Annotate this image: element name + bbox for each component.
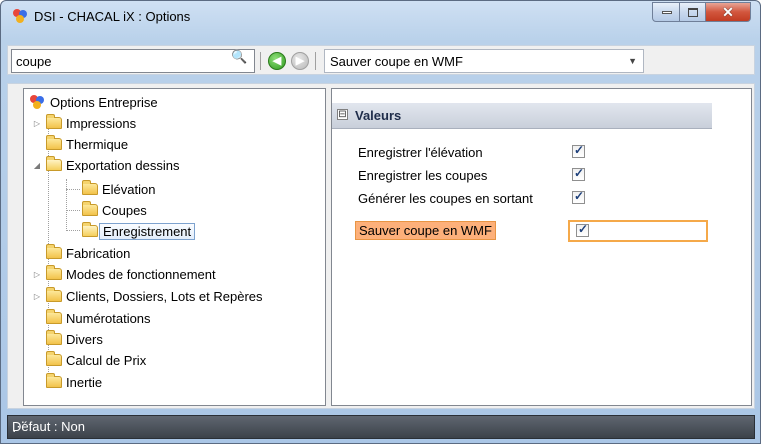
tree-item-calcul-de-prix[interactable]: Calcul de Prix <box>46 350 146 370</box>
toolbar: 🔍 ◀ ▶ Sauver coupe en WMF ▼ <box>7 45 755 75</box>
tree-item-divers[interactable]: Divers <box>46 329 103 349</box>
group-label: Valeurs <box>355 108 402 123</box>
search-input[interactable] <box>12 50 254 72</box>
tree-item-label: Inertie <box>66 374 103 390</box>
tree-root[interactable]: Options Entreprise <box>28 92 158 112</box>
tree-item-impressions[interactable]: ▷ Impressions <box>32 113 136 133</box>
property-row[interactable]: Enregistrer l'élévation <box>358 142 718 164</box>
property-row[interactable]: Générer les coupes en sortant <box>358 188 718 210</box>
tree-item-label: Enregistrement <box>99 222 196 240</box>
tree-item-label: Clients, Dossiers, Lots et Repères <box>66 288 263 304</box>
tree-item-fabrication[interactable]: Fabrication <box>46 243 130 263</box>
back-button[interactable]: ◀ <box>268 52 286 70</box>
folder-icon <box>82 201 98 216</box>
property-label: Générer les coupes en sortant <box>358 191 533 206</box>
tree-item-label: Fabrication <box>66 245 131 261</box>
tree-item-thermique[interactable]: Thermique <box>46 134 128 154</box>
property-label: Enregistrer l'élévation <box>358 145 483 160</box>
property-checkbox[interactable] <box>572 189 585 204</box>
options-window: DSI - CHACAL iX : Options ✕ 🔍 ◀ ▶ Sauver… <box>0 0 761 444</box>
folder-icon <box>46 309 62 324</box>
folder-open-icon <box>46 156 62 171</box>
tree-item-label: Elévation <box>102 181 156 197</box>
window-title: DSI - CHACAL iX : Options <box>34 9 191 24</box>
app-icon <box>30 95 44 109</box>
folder-icon <box>46 351 62 366</box>
folder-icon <box>46 135 62 150</box>
close-button[interactable]: ✕ <box>706 2 751 22</box>
folder-icon <box>46 330 62 345</box>
property-grid: ⊟ Valeurs Enregistrer l'élévation Enregi… <box>331 88 752 406</box>
minimize-button[interactable] <box>652 2 680 22</box>
options-tree[interactable]: Options Entreprise ▷ Impressions Thermiq… <box>23 88 326 406</box>
resize-grip-icon[interactable]: ⋰ <box>12 419 752 437</box>
tree-item-elevation[interactable]: Elévation <box>82 179 155 199</box>
expand-icon[interactable]: ▷ <box>32 270 42 279</box>
property-value-editor[interactable] <box>568 220 708 242</box>
tree-item-coupes[interactable]: Coupes <box>82 200 147 220</box>
tree-item-clients-dossiers[interactable]: ▷ Clients, Dossiers, Lots et Repères <box>32 286 263 306</box>
folder-icon <box>46 265 62 280</box>
folder-icon <box>46 287 62 302</box>
app-icon <box>13 9 27 23</box>
folder-icon <box>82 180 98 195</box>
expand-icon[interactable]: ▷ <box>32 119 42 128</box>
tree-root-label: Options Entreprise <box>50 94 158 110</box>
search-box[interactable] <box>11 49 255 73</box>
tree-item-label: Numérotations <box>66 310 151 326</box>
tree-item-label: Impressions <box>66 115 137 131</box>
maximize-icon <box>688 8 698 17</box>
main-area: Options Entreprise ▷ Impressions Thermiq… <box>7 83 755 409</box>
title-bar[interactable]: DSI - CHACAL iX : Options ✕ <box>1 1 760 31</box>
toolbar-separator <box>315 52 316 70</box>
expand-icon[interactable]: ▷ <box>32 292 42 301</box>
folder-icon <box>46 244 62 259</box>
group-header-valeurs[interactable]: ⊟ Valeurs <box>332 103 712 129</box>
folder-icon <box>46 114 62 129</box>
tree-item-enregistrement[interactable]: Enregistrement <box>82 221 196 241</box>
forward-arrow-icon: ▶ <box>295 55 305 67</box>
tree-item-label: Exportation dessins <box>66 157 180 173</box>
property-row[interactable]: Enregistrer les coupes <box>358 165 718 187</box>
search-results-dropdown[interactable]: Sauver coupe en WMF ▼ <box>324 49 644 73</box>
tree-item-inertie[interactable]: Inertie <box>46 372 102 392</box>
back-arrow-icon: ◀ <box>272 55 282 67</box>
tree-item-label: Thermique <box>66 136 129 152</box>
tree-item-numerotations[interactable]: Numérotations <box>46 308 151 328</box>
close-icon: ✕ <box>722 4 734 20</box>
collapse-group-icon[interactable]: ⊟ <box>337 109 348 120</box>
tree-item-label: Calcul de Prix <box>66 352 147 368</box>
binoculars-icon[interactable]: 🔍 <box>231 49 247 65</box>
selected-result: Sauver coupe en WMF <box>330 54 463 69</box>
forward-button[interactable]: ▶ <box>291 52 309 70</box>
chevron-down-icon[interactable]: ▼ <box>628 56 637 66</box>
toolbar-separator <box>260 52 261 70</box>
property-checkbox[interactable] <box>572 166 585 181</box>
property-label: Enregistrer les coupes <box>358 168 488 183</box>
property-checkbox[interactable] <box>572 143 585 158</box>
tree-item-exportation-dessins[interactable]: ◢ Exportation dessins <box>32 155 179 175</box>
tree-item-modes-de-fonctionnement[interactable]: ▷ Modes de fonctionnement <box>32 264 216 284</box>
folder-open-icon <box>82 222 98 237</box>
tree-item-label: Coupes <box>102 202 147 218</box>
maximize-button[interactable] <box>680 2 706 22</box>
property-row-selected[interactable]: Sauver coupe en WMF <box>355 220 718 242</box>
property-label: Sauver coupe en WMF <box>355 221 496 240</box>
property-checkbox[interactable] <box>576 222 589 237</box>
folder-icon <box>46 373 62 388</box>
collapse-icon[interactable]: ◢ <box>32 161 42 170</box>
minimize-icon <box>662 11 672 14</box>
status-bar: Défaut : Non ⋰ <box>7 415 755 439</box>
tree-item-label: Modes de fonctionnement <box>66 266 216 282</box>
tree-item-label: Divers <box>66 331 103 347</box>
